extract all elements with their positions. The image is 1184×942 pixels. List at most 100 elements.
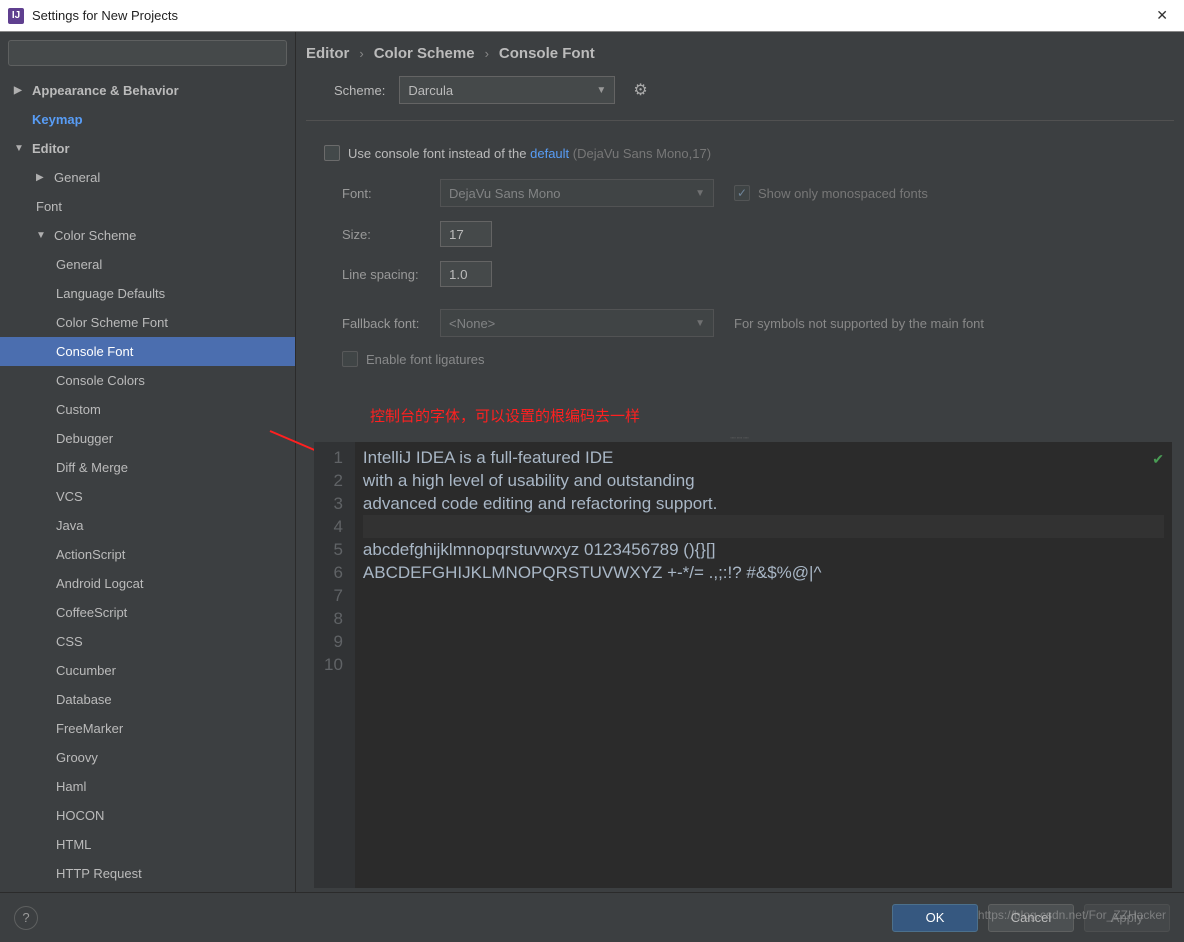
- fallback-hint: For symbols not supported by the main fo…: [734, 316, 984, 331]
- tree-item-label: HOCON: [56, 808, 104, 823]
- line-spacing-input[interactable]: [440, 261, 492, 287]
- tree-item[interactable]: General: [0, 250, 295, 279]
- tree-item-label: Java: [56, 518, 83, 533]
- settings-tree: ▶Appearance & Behavior Keymap ▼Editor ▶ Gene…: [0, 74, 295, 892]
- tree-item[interactable]: Keymap: [0, 105, 295, 134]
- fallback-value: <None>: [449, 316, 495, 331]
- dialog-footer: ? OK Cancel Apply: [0, 892, 1184, 942]
- tree-item[interactable]: ActionScript: [0, 540, 295, 569]
- preview-code: IntelliJ IDEA is a full-featured IDEwith…: [355, 442, 1172, 888]
- tree-item-label: CSS: [56, 634, 83, 649]
- cancel-button[interactable]: Cancel: [988, 904, 1074, 932]
- tree-item[interactable]: VCS: [0, 482, 295, 511]
- tree-item[interactable]: FreeMarker: [0, 714, 295, 743]
- font-select[interactable]: DejaVu Sans Mono ▼: [440, 179, 714, 207]
- default-link[interactable]: default: [530, 146, 569, 161]
- gear-icon[interactable]: ⚙: [633, 80, 647, 100]
- tree-item-label: Debugger: [56, 431, 113, 446]
- tree-item-label: Language Defaults: [56, 286, 165, 301]
- monospaced-checkbox[interactable]: [734, 185, 750, 201]
- arrow-icon: ▶: [14, 85, 26, 96]
- apply-button[interactable]: Apply: [1084, 904, 1170, 932]
- tree-item-label: Font: [36, 199, 62, 214]
- use-console-font-label: Use console font instead of the default …: [348, 146, 711, 161]
- tree-item[interactable]: Console Colors: [0, 366, 295, 395]
- tree-item[interactable]: HOCON: [0, 801, 295, 830]
- scheme-value: Darcula: [408, 83, 453, 98]
- tree-item-label: FreeMarker: [56, 721, 123, 736]
- tree-item[interactable]: ▼ Color Scheme: [0, 221, 295, 250]
- fallback-select[interactable]: <None> ▼: [440, 309, 714, 337]
- app-icon: IJ: [8, 8, 24, 24]
- chevron-right-icon: ›: [359, 46, 363, 61]
- chevron-down-icon: ▼: [695, 318, 705, 329]
- tree-item-label: CoffeeScript: [56, 605, 127, 620]
- crumb-1[interactable]: Color Scheme: [374, 45, 475, 62]
- titlebar: IJ Settings for New Projects ✕: [0, 0, 1184, 32]
- tree-item[interactable]: Font: [0, 192, 295, 221]
- chevron-down-icon: ▼: [596, 85, 606, 96]
- tree-item-label: Cucumber: [56, 663, 116, 678]
- tree-item[interactable]: Android Logcat: [0, 569, 295, 598]
- tree-item[interactable]: ▶ General: [0, 163, 295, 192]
- tree-item[interactable]: Groovy: [0, 743, 295, 772]
- tree-item-label: Color Scheme Font: [56, 315, 168, 330]
- tree-item[interactable]: CSS: [0, 627, 295, 656]
- tree-item[interactable]: CoffeeScript: [0, 598, 295, 627]
- preview-editor[interactable]: 12345678910 IntelliJ IDEA is a full-feat…: [314, 442, 1172, 888]
- inspection-icon[interactable]: ✔: [1152, 448, 1164, 471]
- tree-item-label: Color Scheme: [54, 228, 136, 243]
- size-label: Size:: [342, 227, 440, 242]
- sidebar: 🔍 ▶Appearance & BehaviorKeymap▼Editor▶Ge…: [0, 32, 296, 892]
- tree-item[interactable]: ▼Editor: [0, 134, 295, 163]
- ligatures-checkbox[interactable]: [342, 351, 358, 367]
- tree-item-label: Diff & Merge: [56, 460, 128, 475]
- tree-item[interactable]: Database: [0, 685, 295, 714]
- tree-item-label: Database: [56, 692, 112, 707]
- crumb-2: Console Font: [499, 45, 595, 62]
- tree-item-label: HTTP Request: [56, 866, 142, 881]
- tree-item-label: HTML: [56, 837, 91, 852]
- tree-item[interactable]: Language Defaults: [0, 279, 295, 308]
- tree-item-label: Custom: [56, 402, 101, 417]
- size-input[interactable]: [440, 221, 492, 247]
- tree-item-label: General: [54, 170, 100, 185]
- fallback-label: Fallback font:: [342, 316, 440, 331]
- line-spacing-label: Line spacing:: [342, 267, 440, 282]
- splitter-handle[interactable]: ┈┈┈: [296, 434, 1184, 442]
- ok-button[interactable]: OK: [892, 904, 978, 932]
- arrow-icon: ▼: [36, 230, 48, 241]
- tree-item-label: Console Font: [56, 344, 133, 359]
- font-value: DejaVu Sans Mono: [449, 186, 561, 201]
- use-console-font-checkbox[interactable]: [324, 145, 340, 161]
- tree-item-label: Keymap: [32, 112, 83, 127]
- tree-item[interactable]: HTML: [0, 830, 295, 859]
- tree-item[interactable]: Color Scheme Font: [0, 308, 295, 337]
- tree-item[interactable]: Cucumber: [0, 656, 295, 685]
- tree-item[interactable]: Custom: [0, 395, 295, 424]
- search-input[interactable]: [8, 40, 287, 66]
- arrow-icon: ▼: [14, 143, 26, 154]
- tree-item-label: ActionScript: [56, 547, 125, 562]
- font-label: Font:: [342, 186, 440, 201]
- arrow-icon: ▶: [36, 172, 48, 183]
- tree-item[interactable]: Diff & Merge: [0, 453, 295, 482]
- close-icon[interactable]: ✕: [1148, 3, 1176, 28]
- tree-item[interactable]: Console Font: [0, 337, 295, 366]
- scheme-label: Scheme:: [334, 83, 385, 98]
- tree-item[interactable]: Java: [0, 511, 295, 540]
- tree-item-label: Haml: [56, 779, 86, 794]
- ligatures-label: Enable font ligatures: [366, 352, 485, 367]
- help-button[interactable]: ?: [14, 906, 38, 930]
- gutter: 12345678910: [314, 442, 355, 888]
- tree-item[interactable]: HTTP Request: [0, 859, 295, 888]
- monospaced-label: Show only monospaced fonts: [758, 186, 928, 201]
- tree-item[interactable]: Debugger: [0, 424, 295, 453]
- scheme-select[interactable]: Darcula ▼: [399, 76, 615, 104]
- breadcrumb: Editor › Color Scheme › Console Font: [296, 32, 1184, 74]
- tree-item-label: Groovy: [56, 750, 98, 765]
- tree-item[interactable]: ▶Appearance & Behavior: [0, 76, 295, 105]
- window-title: Settings for New Projects: [32, 8, 1148, 23]
- tree-item[interactable]: Haml: [0, 772, 295, 801]
- crumb-0[interactable]: Editor: [306, 45, 349, 62]
